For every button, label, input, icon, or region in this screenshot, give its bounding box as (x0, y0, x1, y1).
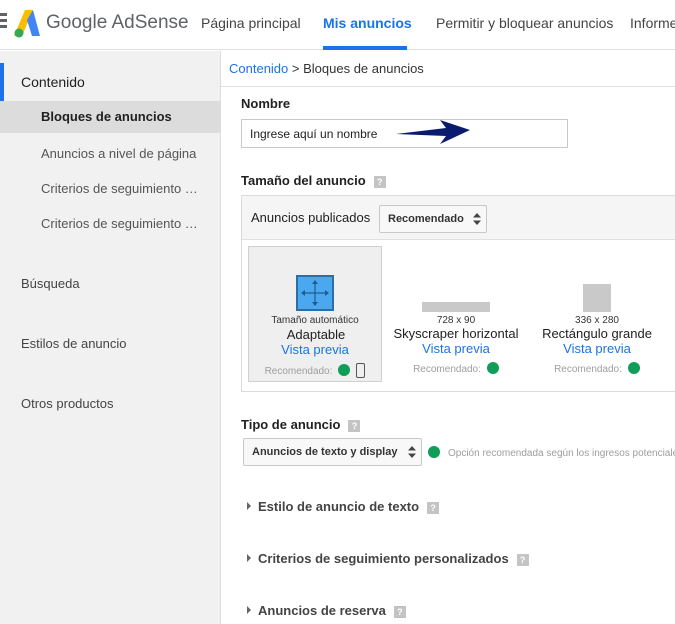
section-anuncios-reserva[interactable]: Anuncios de reserva? (247, 603, 406, 618)
published-select[interactable]: Recomendado (379, 205, 487, 233)
ad-size-card-rectangulo[interactable]: 336 x 280 Rectángulo grande Vista previa… (530, 246, 664, 382)
select-arrows-icon (408, 446, 417, 458)
card-recommended: Recomendado: (530, 362, 664, 375)
brand-name: Google AdSense (46, 12, 189, 33)
breadcrumb-divider (221, 86, 675, 87)
section-estilo-texto[interactable]: Estilo de anuncio de texto? (247, 499, 440, 514)
tab-informes[interactable]: Informes (630, 0, 675, 50)
section-title: Criterios de seguimiento personalizados (258, 551, 509, 566)
ad-size-preview-shape (422, 302, 490, 312)
sidebar-item-nivel-pagina[interactable]: Anuncios a nivel de página (0, 137, 220, 171)
card-preview-link[interactable]: Vista previa (530, 341, 664, 356)
tab-pagina-principal[interactable]: Página principal (201, 0, 301, 50)
card-recommended-text: Recomendado: (264, 366, 333, 377)
top-bar: Google AdSense Página principal Mis anun… (0, 0, 675, 50)
ad-size-card-adaptable[interactable]: Tamaño automático Adaptable Vista previa… (248, 246, 382, 382)
card-preview-link[interactable]: Vista previa (389, 341, 523, 356)
ad-size-card-skyscraper[interactable]: 728 x 90 Skyscraper horizontal Vista pre… (389, 246, 523, 382)
name-label: Nombre (241, 96, 291, 111)
ad-type-label-text: Tipo de anuncio (241, 417, 341, 432)
published-label: Anuncios publicados (251, 210, 371, 225)
sidebar: Contenido Bloques de anuncios Anuncios a… (0, 51, 221, 624)
sidebar-item-otros[interactable]: Otros productos (0, 387, 220, 421)
section-criterios-personalizados[interactable]: Criterios de seguimiento personalizados? (247, 551, 529, 566)
expand-triangle-icon (247, 502, 251, 510)
help-icon[interactable]: ? (373, 176, 386, 188)
tab-mis-anuncios[interactable]: Mis anuncios (323, 0, 412, 50)
breadcrumb-current: Bloques de anuncios (303, 61, 424, 76)
ad-type-select[interactable]: Anuncios de texto y display (243, 438, 423, 466)
sidebar-item-criterios-personalizados[interactable]: Criterios de seguimiento personalizados (0, 172, 220, 206)
sidebar-item-criterios-url[interactable]: Criterios de seguimiento de URL (0, 207, 220, 241)
card-name: Adaptable (286, 327, 346, 342)
section-title: Estilo de anuncio de texto (258, 499, 420, 514)
adsense-logo-icon (14, 10, 40, 38)
sidebar-item-busqueda[interactable]: Búsqueda (0, 267, 220, 301)
ad-size-preview-shape (583, 284, 611, 312)
sidebar-item-estilos[interactable]: Estilos de anuncio (0, 327, 220, 361)
breadcrumb-link-contenido[interactable]: Contenido (229, 61, 288, 76)
help-icon[interactable]: ? (393, 606, 406, 618)
card-name: Rectángulo grande (542, 326, 652, 341)
mobile-phone-icon (356, 363, 366, 378)
card-size-label: 336 x 280 (575, 315, 619, 326)
card-recommended-text: Recomendado: (413, 364, 481, 375)
ad-size-panel-header: Anuncios publicados Recomendado (242, 196, 675, 240)
help-icon[interactable]: ? (427, 502, 440, 514)
card-recommended: Recomendado: (389, 362, 523, 375)
expand-triangle-icon (247, 554, 251, 562)
check-circle-icon (486, 362, 499, 374)
annotation-arrow-icon (396, 120, 470, 144)
menu-icon[interactable] (0, 13, 8, 29)
card-size-label: Tamaño automático (271, 315, 359, 326)
expand-triangle-icon (247, 606, 251, 614)
published-select-value: Recomendado (388, 213, 464, 225)
tab-permitir-bloquear[interactable]: Permitir y bloquear anuncios (436, 0, 613, 50)
card-recommended: Recomendado: (249, 363, 381, 378)
check-circle-icon (338, 364, 351, 376)
card-recommended-text: Recomendado: (554, 364, 622, 375)
responsive-resize-icon (296, 275, 334, 311)
breadcrumb: Contenido > Bloques de anuncios (229, 61, 424, 76)
ad-size-panel: Anuncios publicados Recomendado Tamaño a… (241, 195, 675, 392)
ad-type-label: Tipo de anuncio? (241, 417, 361, 432)
ad-type-note-text: Opción recomendada según los ingresos po… (448, 448, 675, 459)
section-title: Anuncios de reserva (258, 603, 386, 618)
size-label: Tamaño del anuncio? (241, 173, 386, 188)
help-icon[interactable]: ? (516, 554, 529, 566)
check-circle-icon (627, 362, 640, 374)
breadcrumb-separator: > (288, 61, 304, 76)
ad-type-recommendation: Opción recomendada según los ingresos po… (428, 446, 675, 459)
card-preview-link[interactable]: Vista previa (249, 342, 381, 357)
size-label-text: Tamaño del anuncio (241, 173, 366, 188)
help-icon[interactable]: ? (348, 420, 361, 432)
card-size-label: 728 x 90 (436, 315, 476, 326)
card-name: Skyscraper horizontal (393, 326, 519, 341)
select-arrows-icon (472, 213, 481, 225)
sidebar-item-bloques[interactable]: Bloques de anuncios (0, 101, 220, 133)
check-circle-icon (428, 446, 440, 458)
sidebar-section-contenido[interactable]: Contenido (0, 65, 220, 99)
ad-type-select-value: Anuncios de texto y display (252, 446, 398, 458)
